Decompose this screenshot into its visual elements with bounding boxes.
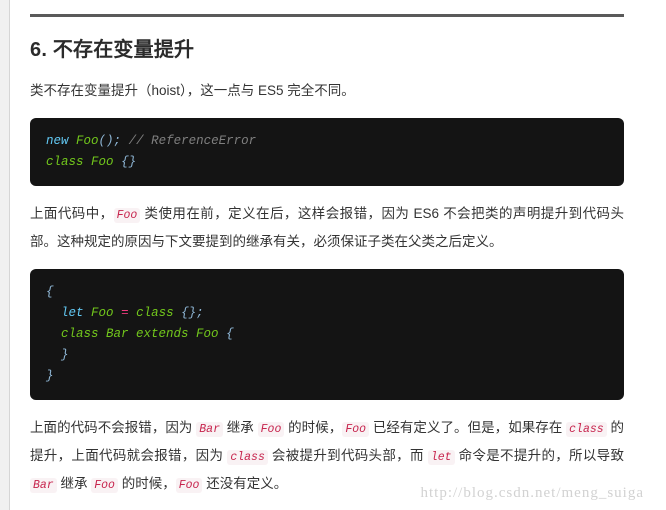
- page-gutter: [0, 0, 10, 510]
- inline-code: Foo: [342, 422, 370, 437]
- paragraph-text: 还没有定义。: [202, 476, 288, 491]
- inline-code: class: [566, 422, 607, 437]
- paragraph-text: 继承: [56, 476, 92, 491]
- intro-paragraph: 类不存在变量提升（hoist），这一点与 ES5 完全不同。: [30, 83, 355, 98]
- code-token: {}: [121, 155, 137, 169]
- code-token: }: [61, 348, 69, 362]
- paragraph-text: 的时候，: [117, 476, 176, 491]
- article-content: 6. 不存在变量提升 类不存在变量提升（hoist），这一点与 ES5 完全不同…: [11, 0, 666, 510]
- inline-code: Bar: [30, 478, 57, 493]
- code-token: // ReferenceError: [128, 134, 257, 148]
- paragraph-text: 的时候，: [284, 420, 343, 435]
- watermark-url: http://blog.csdn.net/meng_suiga: [420, 485, 644, 501]
- code-token: {: [46, 285, 54, 299]
- paragraph-text: 继承: [222, 420, 258, 435]
- code-block-2[interactable]: { let Foo = class {}; class Bar extends …: [30, 269, 624, 400]
- section-divider: [30, 14, 624, 17]
- paragraph-text: 上面代码中，: [30, 206, 114, 221]
- code-token: Foo: [76, 134, 99, 148]
- paragraph-text: 上面的代码不会报错，因为: [30, 420, 197, 435]
- code-token: ();: [98, 134, 122, 148]
- inline-code: Foo: [175, 478, 203, 493]
- code-token: class: [46, 155, 84, 169]
- code-block-1[interactable]: new Foo(); // ReferenceError class Foo {…: [30, 118, 624, 186]
- inline-code: Foo: [257, 422, 285, 437]
- code-token: new: [46, 134, 69, 148]
- inline-code: Foo: [113, 208, 141, 223]
- inline-code: class: [227, 450, 268, 465]
- inline-code: Foo: [91, 478, 118, 493]
- code-token: }: [46, 369, 54, 383]
- code-token: =: [121, 306, 129, 320]
- paragraph-text: 已经有定义了。但是，如果存在: [369, 420, 567, 435]
- code-token: Foo: [91, 306, 114, 320]
- code-token: class: [136, 306, 174, 320]
- code-token: {: [226, 327, 234, 341]
- code-token: {};: [181, 306, 204, 320]
- code-token: Foo: [91, 155, 114, 169]
- code-token: class Bar extends Foo: [61, 327, 219, 341]
- inline-code: Bar: [196, 422, 223, 437]
- inline-code: let: [427, 450, 455, 465]
- page-title: 6. 不存在变量提升: [30, 39, 195, 61]
- paragraph-text: 会被提升到代码头部，而: [267, 448, 428, 463]
- code-token: let: [61, 306, 84, 320]
- paragraph-text: 命令是不提升的，所以导致: [454, 448, 624, 463]
- explanation-paragraph-1: 上面代码中， Foo 类使用在前，定义在后，这样会报错，因为 ES6 不会把类的声…: [30, 201, 624, 255]
